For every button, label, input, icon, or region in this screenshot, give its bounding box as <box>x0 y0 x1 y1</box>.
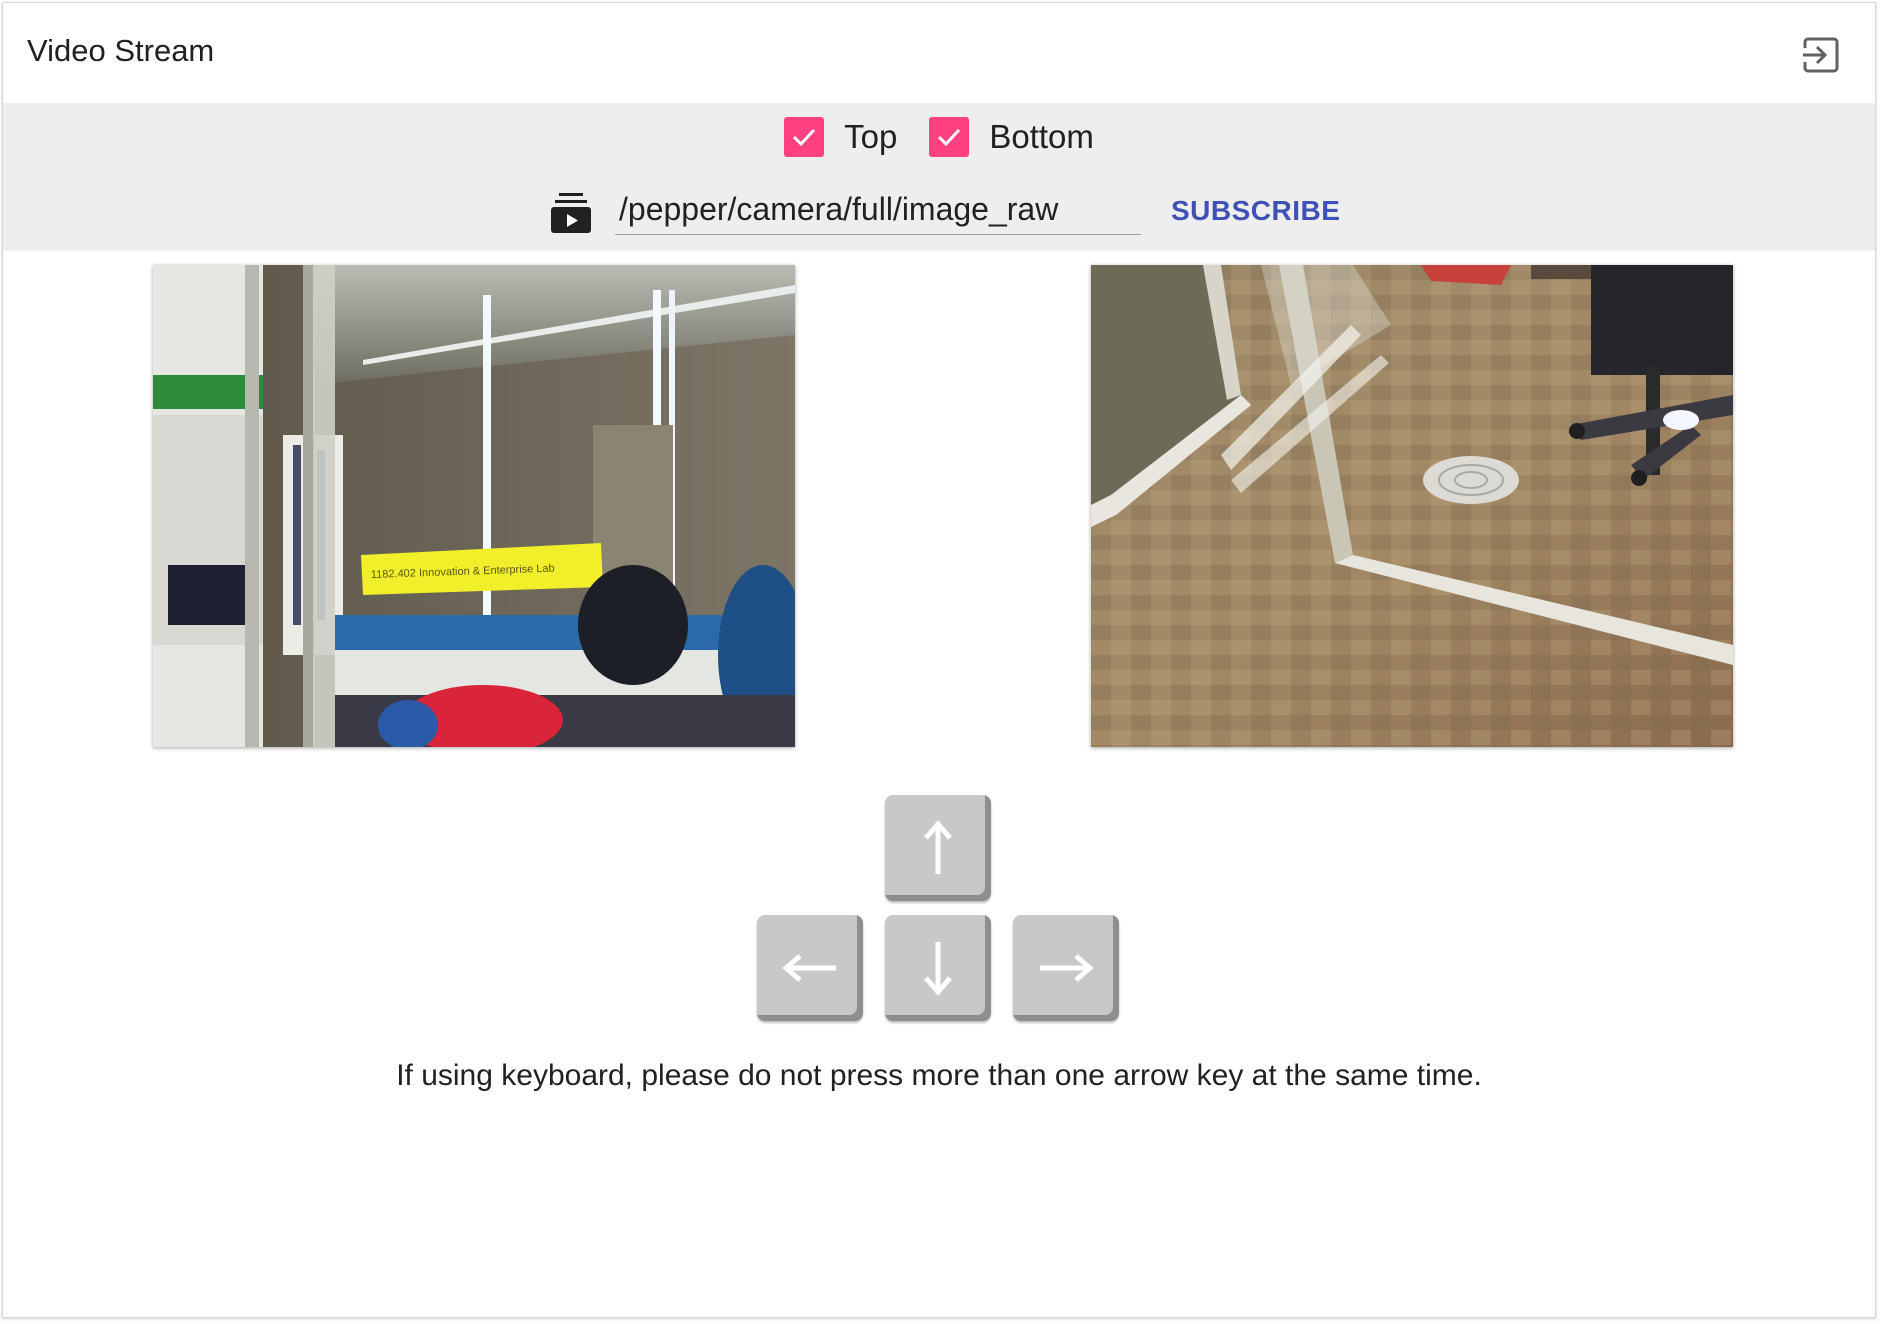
arrow-up-icon <box>924 820 952 874</box>
check-icon <box>938 128 961 147</box>
top-camera-feed: 1182.402 Innovation & Enterprise Lab <box>153 265 795 747</box>
keyboard-hint: If using keyboard, please do not press m… <box>396 1059 1482 1092</box>
top-checkbox[interactable] <box>784 117 825 157</box>
title-bar: Video Stream <box>3 3 1875 103</box>
top-checkbox-label: Top <box>844 118 898 155</box>
check-icon <box>793 128 816 147</box>
arrow-right-icon <box>1040 954 1094 982</box>
topic-row: SUBSCRIBE <box>3 183 1875 243</box>
video-stream-window: Video Stream Top Bottom /pepper/camera/f… <box>2 2 1876 1318</box>
bottom-checkbox[interactable] <box>929 117 970 157</box>
window-title: Video Stream <box>27 33 215 68</box>
arrow-right-key[interactable] <box>1013 915 1119 1021</box>
arrow-up-key[interactable] <box>885 795 991 901</box>
bottom-checkbox-label: Bottom <box>989 118 1094 155</box>
arrow-down-key[interactable] <box>885 915 991 1021</box>
exit-icon[interactable] <box>1801 35 1841 75</box>
stream-toolbar: Top Bottom SUBSCRI <box>3 103 1875 251</box>
camera-checkboxes: Top Bottom <box>3 115 1875 159</box>
arrow-left-key[interactable] <box>757 915 863 1021</box>
subscribe-button[interactable]: SUBSCRIBE <box>1163 187 1348 235</box>
topic-input[interactable] <box>615 185 1141 235</box>
top-checkbox-item[interactable]: Top <box>784 117 897 157</box>
arrow-down-icon <box>924 942 952 996</box>
bottom-checkbox-item[interactable]: Bottom <box>929 117 1094 157</box>
arrow-left-icon <box>782 954 836 982</box>
arrow-keypad <box>753 795 1133 1025</box>
video-library-icon <box>549 191 593 235</box>
bottom-camera-feed <box>1091 265 1733 747</box>
